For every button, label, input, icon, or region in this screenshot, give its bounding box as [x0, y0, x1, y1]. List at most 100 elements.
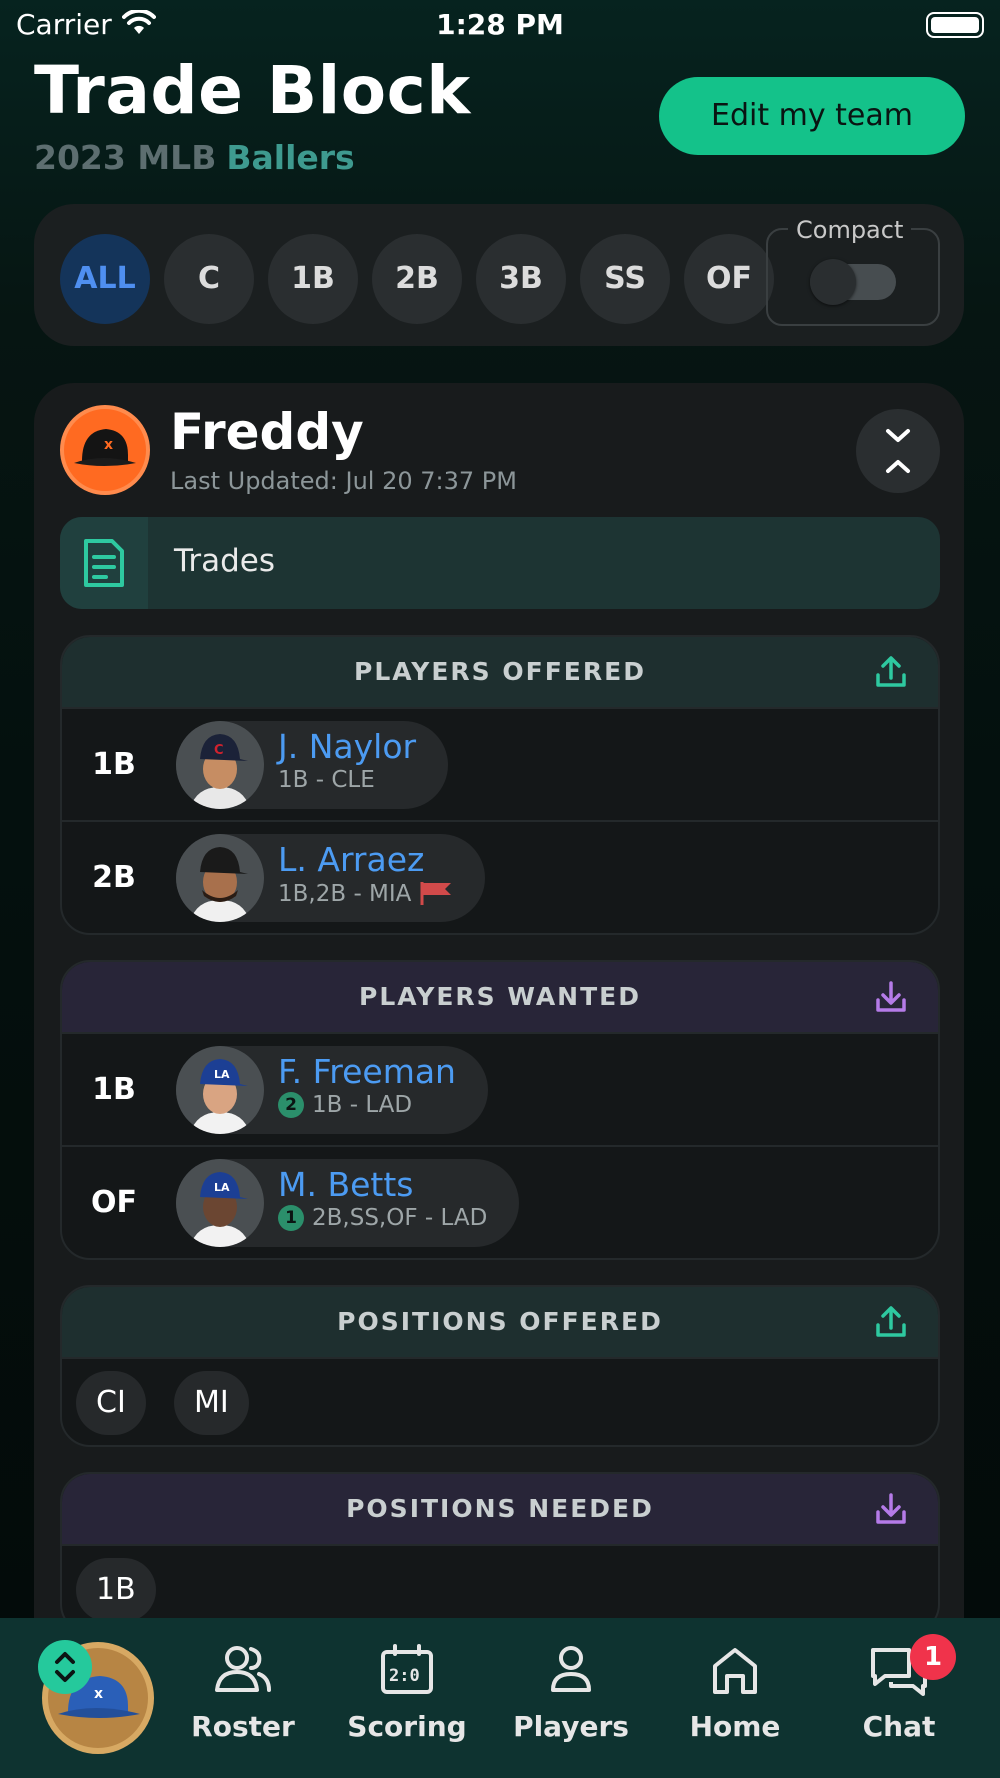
svg-text:x: x: [104, 437, 113, 453]
svg-text:LA: LA: [214, 1181, 230, 1194]
position-chip-2b[interactable]: 2B: [372, 234, 462, 324]
league-name: Ballers: [226, 138, 355, 177]
compact-toggle[interactable]: [810, 259, 896, 305]
last-updated: Last Updated: Jul 20 7:37 PM: [170, 467, 517, 495]
player-meta: 1B - CLE: [278, 767, 375, 793]
rank-badge: 2: [278, 1092, 304, 1118]
switch-team-button[interactable]: [38, 1640, 92, 1694]
flag-icon: [420, 882, 451, 905]
team-avatar: x: [60, 405, 150, 495]
player-chip[interactable]: L. Arraez 1B,2B - MIA: [176, 834, 485, 922]
rank-badge: 1: [278, 1205, 304, 1231]
person-icon: [551, 1646, 591, 1692]
clock: 1:28 PM: [436, 8, 564, 41]
position-filter-bar: ALL C 1B 2B 3B SS OF Compact: [34, 204, 964, 346]
player-name[interactable]: J. Naylor: [278, 727, 416, 766]
svg-text:x: x: [94, 1686, 103, 1702]
row-position: 1B: [92, 747, 136, 782]
nav-label: Roster: [191, 1710, 295, 1743]
player-meta-text: 1B - LAD: [312, 1092, 413, 1118]
position-tag: MI: [174, 1371, 249, 1435]
players-offered-header: PLAYERS OFFERED: [62, 637, 938, 707]
compact-toggle-group: Compact: [766, 216, 940, 326]
svg-text:C: C: [214, 743, 224, 758]
upload-icon[interactable]: [874, 655, 908, 693]
chat-unread-badge: 1: [910, 1634, 956, 1680]
position-chip-c[interactable]: C: [164, 234, 254, 324]
document-icon: [60, 517, 148, 609]
player-row: 1B LA F. Freeman 2 1B - LAD: [62, 1032, 938, 1145]
nav-scoring[interactable]: 2:0 Scoring: [332, 1644, 482, 1764]
player-meta: 1 2B,SS,OF - LAD: [278, 1205, 487, 1231]
player-meta-text: 2B,SS,OF - LAD: [312, 1205, 488, 1231]
positions-needed-section: POSITIONS NEEDED 1B: [60, 1472, 940, 1634]
position-tag: 1B: [76, 1558, 156, 1622]
svg-text:LA: LA: [214, 1068, 230, 1081]
position-chip-ss[interactable]: SS: [580, 234, 670, 324]
player-name[interactable]: F. Freeman: [278, 1052, 456, 1091]
position-chip-of[interactable]: OF: [684, 234, 774, 324]
page-title: Trade Block: [34, 52, 471, 129]
player-meta: 1B,2B - MIA: [278, 880, 453, 907]
player-chip[interactable]: LA F. Freeman 2 1B - LAD: [176, 1046, 488, 1134]
position-chip-1b[interactable]: 1B: [268, 234, 358, 324]
collapse-chevrons-icon: [886, 429, 910, 473]
nav-players[interactable]: Players: [496, 1644, 646, 1764]
position-chips-scroller[interactable]: ALL C 1B 2B 3B SS OF: [60, 232, 778, 324]
chevron-up-down-icon: [55, 1652, 75, 1682]
player-row: OF LA M. Betts 1 2B,SS,OF - LAD: [62, 1145, 938, 1258]
nav-label: Scoring: [347, 1710, 467, 1743]
trades-link[interactable]: Trades: [60, 517, 940, 609]
position-tags: CI MI: [62, 1357, 938, 1445]
nav-label: Players: [513, 1710, 629, 1743]
edit-my-team-button[interactable]: Edit my team: [659, 77, 965, 155]
section-title: PLAYERS OFFERED: [354, 657, 646, 686]
section-title: POSITIONS NEEDED: [346, 1494, 654, 1523]
player-meta: 2 1B - LAD: [278, 1092, 456, 1118]
players-wanted-header: PLAYERS WANTED: [62, 962, 938, 1032]
users-icon: [215, 1646, 271, 1692]
nav-roster[interactable]: Roster: [168, 1644, 318, 1764]
upload-icon[interactable]: [874, 1305, 908, 1343]
compact-label: Compact: [788, 216, 912, 244]
page-subtitle: 2023 MLB Ballers: [34, 138, 355, 177]
scoreboard-icon: 2:0: [381, 1644, 433, 1694]
home-icon: [713, 1648, 757, 1694]
player-chip[interactable]: C J. Naylor 1B - CLE: [176, 721, 449, 809]
download-icon[interactable]: [874, 980, 908, 1018]
team-card: x Freddy Last Updated: Jul 20 7:37 PM Tr…: [34, 383, 964, 1683]
bottom-nav: x Roster 2:0 Scoring Players Home Chat: [0, 1618, 1000, 1778]
download-icon[interactable]: [874, 1492, 908, 1530]
row-position: 2B: [92, 860, 136, 895]
section-title: POSITIONS OFFERED: [337, 1307, 663, 1336]
player-headshot: [176, 834, 264, 922]
player-row: 1B C J. Naylor 1B - CLE: [62, 707, 938, 820]
player-name[interactable]: L. Arraez: [278, 840, 453, 879]
toggle-knob[interactable]: [810, 259, 856, 305]
players-offered-section: PLAYERS OFFERED 1B C J. Naylor 1B - CLE …: [60, 635, 940, 935]
nav-label: Home: [689, 1710, 781, 1743]
players-wanted-section: PLAYERS WANTED 1B LA F. Freeman 2 1B - L…: [60, 960, 940, 1260]
player-row: 2B L. Arraez 1B,2B - MIA: [62, 820, 938, 933]
status-bar: Carrier 1:28 PM: [0, 0, 1000, 50]
positions-needed-header: POSITIONS NEEDED: [62, 1474, 938, 1544]
svg-text:2:0: 2:0: [389, 1666, 420, 1686]
positions-offered-header: POSITIONS OFFERED: [62, 1287, 938, 1357]
battery-icon: [926, 12, 984, 38]
team-name: Freddy: [170, 403, 364, 461]
position-chip-all[interactable]: ALL: [60, 234, 150, 324]
player-meta-text: 1B,2B - MIA: [278, 881, 412, 907]
player-headshot: LA: [176, 1159, 264, 1247]
player-headshot: C: [176, 721, 264, 809]
player-name[interactable]: M. Betts: [278, 1165, 487, 1204]
player-chip[interactable]: LA M. Betts 1 2B,SS,OF - LAD: [176, 1159, 520, 1247]
position-chip-3b[interactable]: 3B: [476, 234, 566, 324]
nav-home[interactable]: Home: [660, 1644, 810, 1764]
row-position: OF: [91, 1185, 137, 1220]
collapse-toggle-button[interactable]: [856, 409, 940, 493]
player-headshot: LA: [176, 1046, 264, 1134]
trades-label: Trades: [174, 543, 276, 579]
position-tag: CI: [76, 1371, 146, 1435]
row-position: 1B: [92, 1072, 136, 1107]
season-label: 2023 MLB: [34, 138, 217, 177]
